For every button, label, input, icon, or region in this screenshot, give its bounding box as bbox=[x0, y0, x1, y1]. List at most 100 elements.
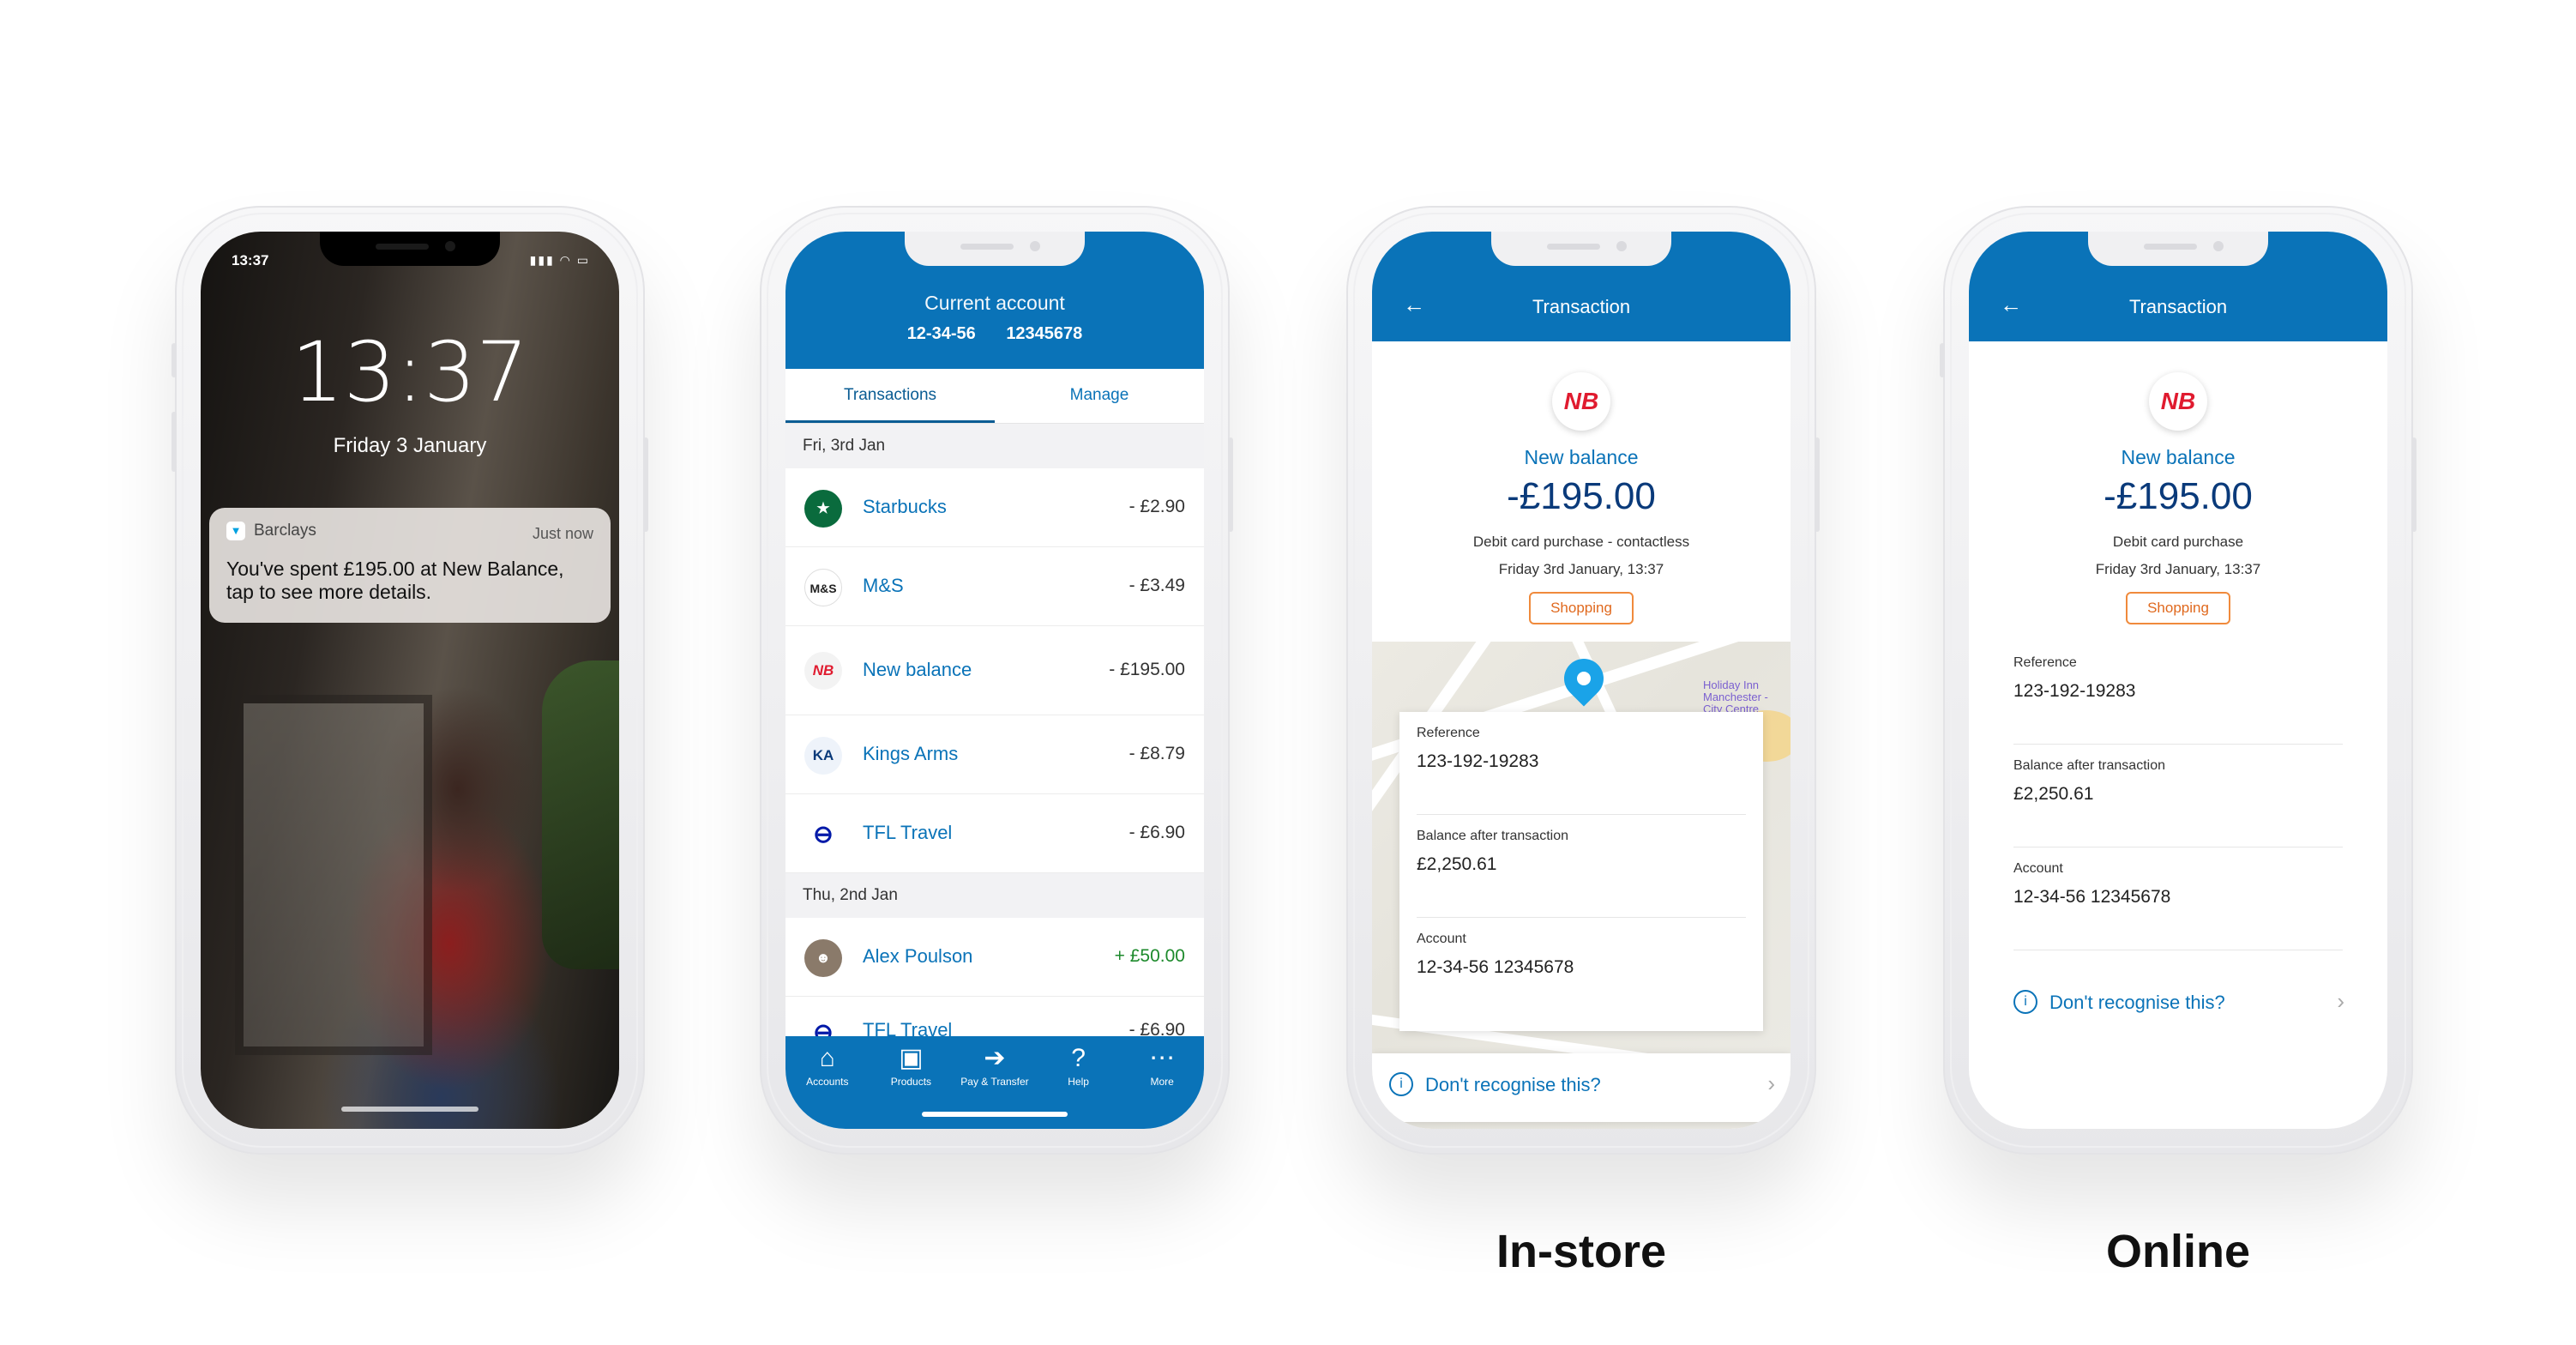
new-balance-logo-icon: NB bbox=[2149, 372, 2207, 431]
account-number: 12345678 bbox=[1006, 324, 1083, 343]
transaction-name: M&S bbox=[863, 575, 904, 596]
dont-recognise-link[interactable]: i Don't recognise this? › bbox=[1996, 971, 2360, 1033]
info-icon: i bbox=[1389, 1072, 1413, 1096]
account-field: Account 12-34-56 12345678 bbox=[2013, 847, 2343, 950]
transaction-amount: + £50.00 bbox=[1114, 946, 1185, 966]
tabbar-accounts[interactable]: ⌂ Accounts bbox=[785, 1041, 870, 1129]
account-screen: Current account 12-34-56 12345678 Transa… bbox=[785, 232, 1204, 1129]
field-value: £2,250.61 bbox=[2013, 784, 2094, 804]
transaction-name: Alex Poulson bbox=[863, 945, 973, 967]
products-icon: ▣ bbox=[899, 1044, 924, 1072]
transaction-details: Reference 123-192-19283 Balance after tr… bbox=[1996, 642, 2360, 968]
transaction-row[interactable]: ⊖ TFL Travel - £6.90 bbox=[785, 794, 1204, 873]
reference-field: Reference 123-192-19283 bbox=[2013, 642, 2343, 745]
balance-field: Balance after transaction £2,250.61 bbox=[1417, 815, 1746, 918]
field-value: 12-34-56 12345678 bbox=[2013, 887, 2171, 907]
instore-transaction-screen: ← Transaction NB New balance -£195.00 De… bbox=[1372, 232, 1791, 1129]
notification-time: Just now bbox=[532, 525, 593, 542]
transaction-row[interactable]: M&S M&S - £3.49 bbox=[785, 547, 1204, 626]
transaction-description: Debit card purchase - contactless bbox=[1472, 534, 1690, 550]
transaction-row[interactable]: KA Kings Arms - £8.79 bbox=[785, 715, 1204, 794]
account-title: Current account bbox=[924, 292, 1065, 314]
field-value: 12-34-56 12345678 bbox=[1417, 957, 1574, 977]
status-icons: ▮▮▮ ◠ ▭ bbox=[529, 253, 590, 267]
new-balance-logo-icon: NB bbox=[1552, 372, 1610, 431]
field-label: Balance after transaction bbox=[1417, 829, 1568, 843]
barclays-eagle-icon: ▼ bbox=[226, 522, 245, 540]
field-value: 123-192-19283 bbox=[2013, 681, 2136, 701]
chevron-right-icon: › bbox=[2337, 988, 2344, 1014]
home-indicator[interactable] bbox=[922, 1112, 1068, 1117]
transaction-amount: -£195.00 bbox=[2104, 475, 2253, 517]
kings-arms-logo-icon: KA bbox=[804, 737, 842, 775]
tab-transactions[interactable]: Transactions bbox=[785, 369, 995, 423]
caption-online: Online bbox=[2105, 1226, 2250, 1277]
field-label: Balance after transaction bbox=[2013, 758, 2165, 773]
bottom-tab-bar: ⌂ Accounts ▣ Products ➔ Pay & Transfer ? Hel… bbox=[785, 1036, 1204, 1129]
header-title: Transaction bbox=[2128, 296, 2228, 317]
transaction-name: Starbucks bbox=[863, 496, 947, 517]
home-indicator[interactable] bbox=[341, 1107, 478, 1112]
home-icon: ⌂ bbox=[819, 1044, 835, 1072]
lock-clock: 13:37 bbox=[291, 324, 529, 420]
balance-field: Balance after transaction £2,250.61 bbox=[2013, 745, 2343, 847]
starbucks-logo-icon: ★ bbox=[804, 490, 842, 528]
status-time: 13:37 bbox=[232, 252, 269, 268]
transaction-description: Debit card purchase bbox=[2112, 534, 2244, 550]
help-link-text: Don't recognise this? bbox=[1425, 1074, 1601, 1095]
category-chip[interactable]: Shopping bbox=[2126, 592, 2230, 624]
transaction-name: New balance bbox=[863, 659, 972, 680]
section-date: Thu, 2nd Jan bbox=[785, 873, 1204, 918]
tabbar-more[interactable]: ⋯ More bbox=[1120, 1041, 1204, 1129]
merchant-name: New balance bbox=[1524, 446, 1639, 468]
lock-date: Friday 3 January bbox=[333, 434, 487, 457]
transaction-amount: - £195.00 bbox=[1109, 660, 1185, 679]
field-value: £2,250.61 bbox=[1417, 854, 1497, 874]
transaction-amount: - £3.49 bbox=[1129, 576, 1185, 595]
transaction-date: Friday 3rd January, 13:37 bbox=[1498, 561, 1664, 577]
field-value: 123-192-19283 bbox=[1417, 751, 1539, 771]
transaction-amount: - £8.79 bbox=[1129, 744, 1185, 763]
notification-app: Barclays bbox=[254, 522, 316, 540]
transaction-details-card: Reference 123-192-19283 Balance after tr… bbox=[1399, 712, 1763, 1031]
lock-screen: 13:37 ▮▮▮ ◠ ▭ 13:37 Friday 3 January ▼ B… bbox=[201, 232, 619, 1129]
avatar: ☻ bbox=[804, 939, 842, 977]
dont-recognise-link[interactable]: i Don't recognise this? › bbox=[1372, 1053, 1791, 1122]
transaction-amount: -£195.00 bbox=[1507, 475, 1656, 517]
category-chip[interactable]: Shopping bbox=[1529, 592, 1634, 624]
more-icon: ⋯ bbox=[1149, 1044, 1176, 1072]
online-transaction-screen: ← Transaction NB New balance -£195.00 De… bbox=[1969, 232, 2387, 1129]
tab-manage[interactable]: Manage bbox=[995, 369, 1204, 423]
caption-instore: In-store bbox=[1496, 1226, 1667, 1277]
account-field: Account 12-34-56 12345678 bbox=[1417, 918, 1746, 1021]
transaction-date: Friday 3rd January, 13:37 bbox=[2095, 561, 2261, 577]
phone-online-screen: ← Transaction NB New balance -£195.00 De… bbox=[1940, 206, 2417, 1155]
reference-field: Reference 123-192-19283 bbox=[1417, 712, 1746, 815]
transaction-amount: - £6.90 bbox=[1129, 823, 1185, 842]
transaction-row[interactable]: ☻ Alex Poulson + £50.00 bbox=[785, 918, 1204, 997]
tfl-roundel-icon: ⊖ bbox=[804, 816, 842, 853]
sort-code: 12-34-56 bbox=[906, 324, 976, 343]
phone-lock-screen: 13:37 ▮▮▮ ◠ ▭ 13:37 Friday 3 January ▼ B… bbox=[172, 206, 648, 1155]
field-label: Reference bbox=[2013, 655, 2077, 670]
help-icon: ? bbox=[1071, 1044, 1086, 1072]
transaction-name: Kings Arms bbox=[863, 743, 959, 764]
notification-card[interactable]: ▼ Barclays Just now You've spent £195.00… bbox=[209, 508, 611, 623]
notification-message: You've spent £195.00 at New Balance, tap… bbox=[226, 558, 564, 603]
section-date: Fri, 3rd Jan bbox=[785, 424, 1204, 468]
transaction-row[interactable]: ★ Starbucks - £2.90 bbox=[785, 468, 1204, 547]
help-link-text: Don't recognise this? bbox=[2049, 992, 2225, 1013]
transaction-name: TFL Travel bbox=[863, 822, 953, 843]
transaction-amount: - £2.90 bbox=[1129, 497, 1185, 516]
account-numbers: 12-34-56 12345678 bbox=[785, 324, 1204, 344]
header-title: Transaction bbox=[1532, 296, 1631, 317]
transaction-row[interactable]: NB New balance - £195.00 bbox=[785, 626, 1204, 715]
phone-account-screen: Current account 12-34-56 12345678 Transa… bbox=[760, 206, 1233, 1155]
merchant-name: New balance bbox=[2121, 446, 2236, 468]
new-balance-logo-icon: NB bbox=[804, 652, 842, 690]
account-tabs: Transactions Manage bbox=[785, 369, 1204, 424]
field-label: Reference bbox=[1417, 726, 1480, 740]
ms-logo-icon: M&S bbox=[804, 569, 842, 606]
map-poi-label: Holiday Inn Manchester - City Centre bbox=[1703, 679, 1768, 715]
pay-transfer-icon: ➔ bbox=[984, 1044, 1006, 1072]
